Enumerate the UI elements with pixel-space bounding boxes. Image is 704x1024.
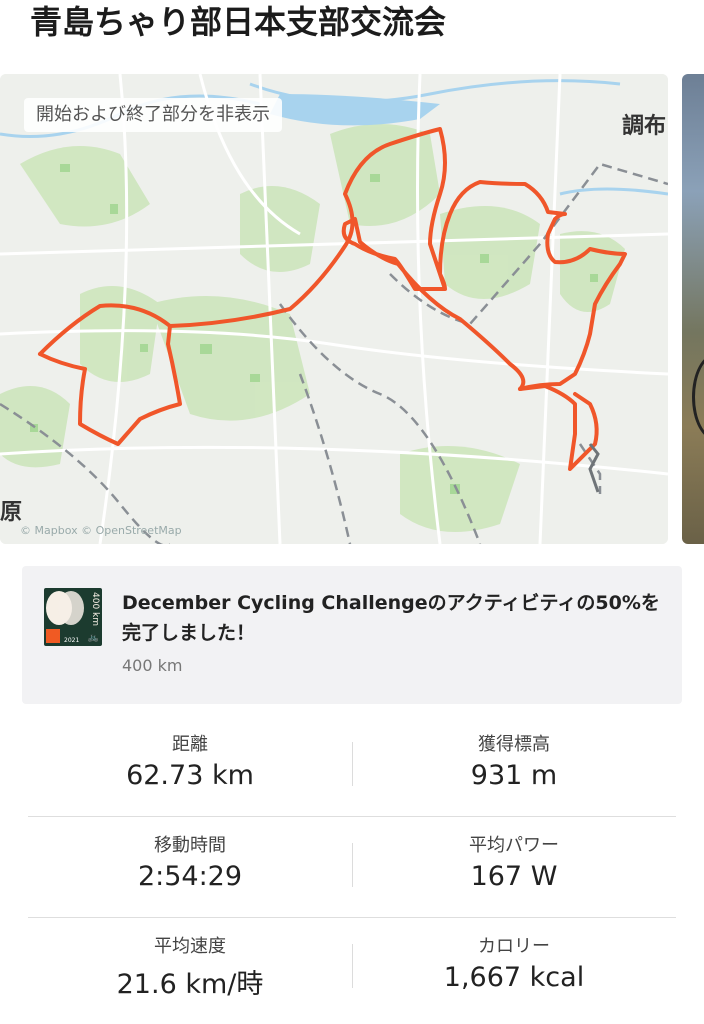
challenge-title: December Cycling Challengeのアクティビティの50%を完… <box>122 592 660 644</box>
bicycle-wheel-image <box>692 354 704 440</box>
stat-value: 1,667 kcal <box>443 962 585 993</box>
bicycle-icon: 🚲 <box>87 633 99 643</box>
stat-moving-time: 移動時間 2:54:29 <box>28 817 352 917</box>
strava-logo-icon <box>46 629 60 643</box>
stat-value: 931 m <box>470 760 558 791</box>
hide-start-end-toggle[interactable]: 開始および終了部分を非表示 <box>24 98 282 132</box>
activity-photo-thumbnail[interactable] <box>682 74 704 544</box>
map-attribution[interactable]: © Mapbox © OpenStreetMap <box>20 524 182 537</box>
stat-label: 距離 <box>172 734 208 755</box>
map-place-label: 原 <box>0 500 23 525</box>
stats-row: 距離 62.73 km 獲得標高 931 m <box>28 716 676 817</box>
stats-row: 平均速度 21.6 km/時 カロリー 1,667 kcal <box>28 918 676 1018</box>
stat-label: 平均速度 <box>154 936 226 957</box>
stat-label: 平均パワー <box>469 835 559 856</box>
stat-label: 移動時間 <box>154 835 226 856</box>
stat-distance: 距離 62.73 km <box>28 716 352 816</box>
stat-value: 21.6 km/時 <box>116 969 264 1000</box>
stat-elevation-gain: 獲得標高 931 m <box>352 716 676 816</box>
challenge-badge-icon: 400 km 2021 🚲 <box>44 588 102 646</box>
stat-calories: カロリー 1,667 kcal <box>352 918 676 1018</box>
stats-row: 移動時間 2:54:29 平均パワー 167 W <box>28 817 676 918</box>
stat-value: 2:54:29 <box>137 861 243 892</box>
activity-stats: 距離 62.73 km 獲得標高 931 m 移動時間 2:54:29 平均パワ… <box>28 716 676 1018</box>
route-map[interactable]: 開始および終了部分を非表示 調布 原 © Mapbox © OpenStreet… <box>0 74 668 544</box>
page-title: 青島ちゃり部日本支部交流会 <box>30 3 447 41</box>
badge-distance: 400 km <box>90 592 100 627</box>
stat-value: 62.73 km <box>126 760 254 791</box>
challenge-progress-card[interactable]: 400 km 2021 🚲 December Cycling Challenge… <box>22 566 682 704</box>
stat-label: 獲得標高 <box>478 734 550 755</box>
badge-year: 2021 <box>64 637 80 644</box>
stat-avg-speed: 平均速度 21.6 km/時 <box>28 918 352 1018</box>
stat-avg-power: 平均パワー 167 W <box>352 817 676 917</box>
challenge-subtitle: 400 km <box>122 656 183 675</box>
stat-label: カロリー <box>478 936 550 957</box>
stat-value: 167 W <box>470 861 558 892</box>
map-place-label: 調布 <box>622 114 667 139</box>
map-canvas <box>0 74 668 544</box>
